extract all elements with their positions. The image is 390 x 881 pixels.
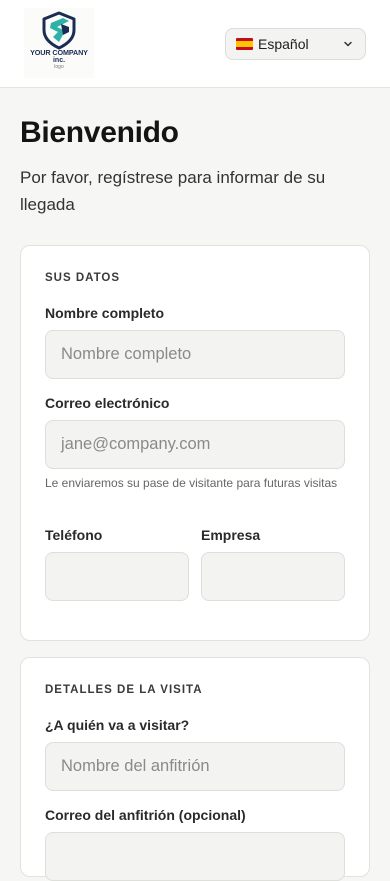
company-input[interactable]	[201, 552, 345, 601]
your-data-card: SUS DATOS Nombre completo Nombre complet…	[20, 245, 370, 641]
logo-company-text: YOUR COMPANY	[30, 48, 88, 57]
email-label: Correo electrónico	[45, 395, 170, 411]
language-select[interactable]: Español	[225, 28, 366, 60]
company-label: Empresa	[201, 527, 261, 543]
chevron-down-icon	[343, 39, 353, 49]
host-label: ¿A quién va a visitar?	[45, 717, 190, 733]
full-name-label: Nombre completo	[45, 305, 165, 321]
logo-suffix-text: inc.	[52, 57, 66, 64]
host-email-input[interactable]	[45, 832, 345, 881]
company-logo: YOUR COMPANY inc. logo	[24, 8, 94, 78]
email-input[interactable]: jane@company.com	[45, 420, 345, 469]
host-email-label: Correo del anfitrión (opcional)	[45, 807, 246, 823]
visit-details-card: DETALLES DE LA VISITA ¿A quién va a visi…	[20, 657, 370, 881]
host-input[interactable]: Nombre del anfitrión	[45, 742, 345, 791]
section-title-visit-details: DETALLES DE LA VISITA	[45, 684, 203, 696]
es-flag-icon	[236, 38, 253, 50]
phone-label: Teléfono	[45, 527, 103, 543]
top-bar: YOUR COMPANY inc. logo Español	[0, 0, 390, 88]
full-name-input[interactable]: Nombre completo	[45, 330, 345, 379]
email-hint: Le enviaremos su pase de visitante para …	[45, 476, 338, 490]
section-title-your-data: SUS DATOS	[45, 272, 121, 284]
page-subtitle: Por favor, regístrese para informar de s…	[20, 168, 326, 214]
shield-logo-icon	[42, 11, 76, 50]
logo-tag-text: logo	[54, 64, 64, 70]
page-title: Bienvenido	[20, 116, 179, 149]
phone-input[interactable]	[45, 552, 189, 601]
language-label: Español	[258, 36, 309, 52]
